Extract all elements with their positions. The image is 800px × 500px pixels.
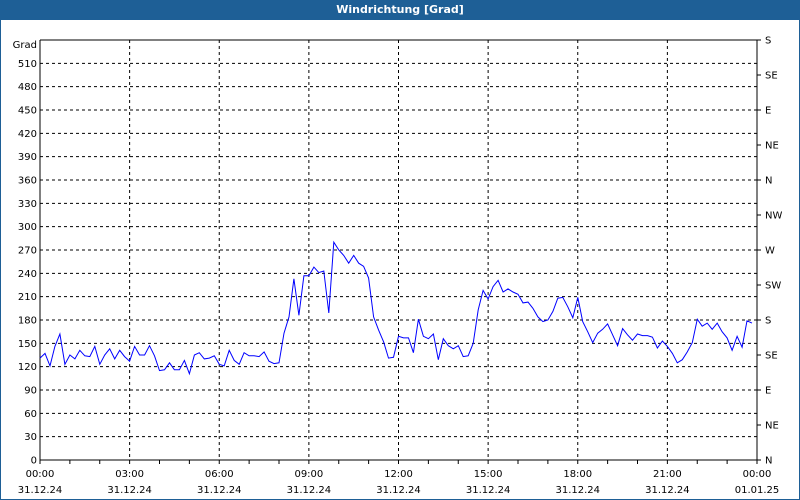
y-tick-label: 150 [18,339,37,350]
y2-tick-label: NE [765,141,779,152]
y-tick-label: 90 [24,386,37,397]
x-tick-time: 00:00 [26,469,55,480]
y-tick-label: 180 [18,316,37,327]
y2-tick-label: NE [765,421,779,432]
x-tick-time: 12:00 [384,469,413,480]
x-tick-time: 03:00 [115,469,144,480]
y2-tick-label: E [765,386,771,397]
x-tick-date: 31.12.24 [107,485,152,496]
y2-tick-label: N [765,176,772,187]
y-tick-label: 210 [18,292,37,303]
y-tick-label: 300 [18,222,37,233]
y-tick-label: 60 [24,409,37,420]
y-tick-label: 30 [24,432,37,443]
x-tick-time: 18:00 [563,469,592,480]
y-tick-label: 0 [31,456,37,467]
y-axis-title: Grad [13,40,37,51]
y2-tick-label: N [765,456,772,467]
y-tick-label: 450 [18,106,37,117]
y-tick-label: 420 [18,129,37,140]
x-tick-time: 15:00 [474,469,503,480]
x-tick-date: 31.12.24 [466,485,511,496]
x-tick-date: 31.12.24 [376,485,421,496]
y-tick-label: 480 [18,82,37,93]
x-tick-date: 31.12.24 [645,485,690,496]
x-tick-time: 06:00 [205,469,234,480]
y2-tick-label: SE [765,71,778,82]
y2-tick-label: W [765,246,775,257]
x-tick-date: 31.12.24 [197,485,242,496]
y-tick-label: 330 [18,199,37,210]
x-tick-time: 21:00 [653,469,682,480]
x-tick-date: 01.01.25 [735,485,780,496]
y-tick-label: 120 [18,362,37,373]
y-tick-label: 390 [18,152,37,163]
y2-tick-label: NW [765,211,782,222]
y2-tick-label: S [765,316,771,327]
x-tick-date: 31.12.24 [18,485,63,496]
x-tick-time: 09:00 [294,469,323,480]
wind-direction-chart: 0 30 60 90 120 150 180 210 240 270 300 330 360 390 420… [13,36,783,497]
x-tick-time: 00:00 [743,469,772,480]
x-tick-date: 31.12.24 [555,485,600,496]
y-tick-label: 360 [18,176,37,187]
y2-tick-label: SW [765,281,781,292]
y2-tick-label: SE [765,351,778,362]
series-line-windrichtung [39,240,753,376]
x-tick-date: 31.12.24 [287,485,332,496]
y2-tick-label: S [765,36,771,47]
y-tick-label: 240 [18,269,37,280]
y-tick-label: 510 [18,59,37,70]
y-tick-label: 270 [18,246,37,257]
y2-tick-label: E [765,106,771,117]
